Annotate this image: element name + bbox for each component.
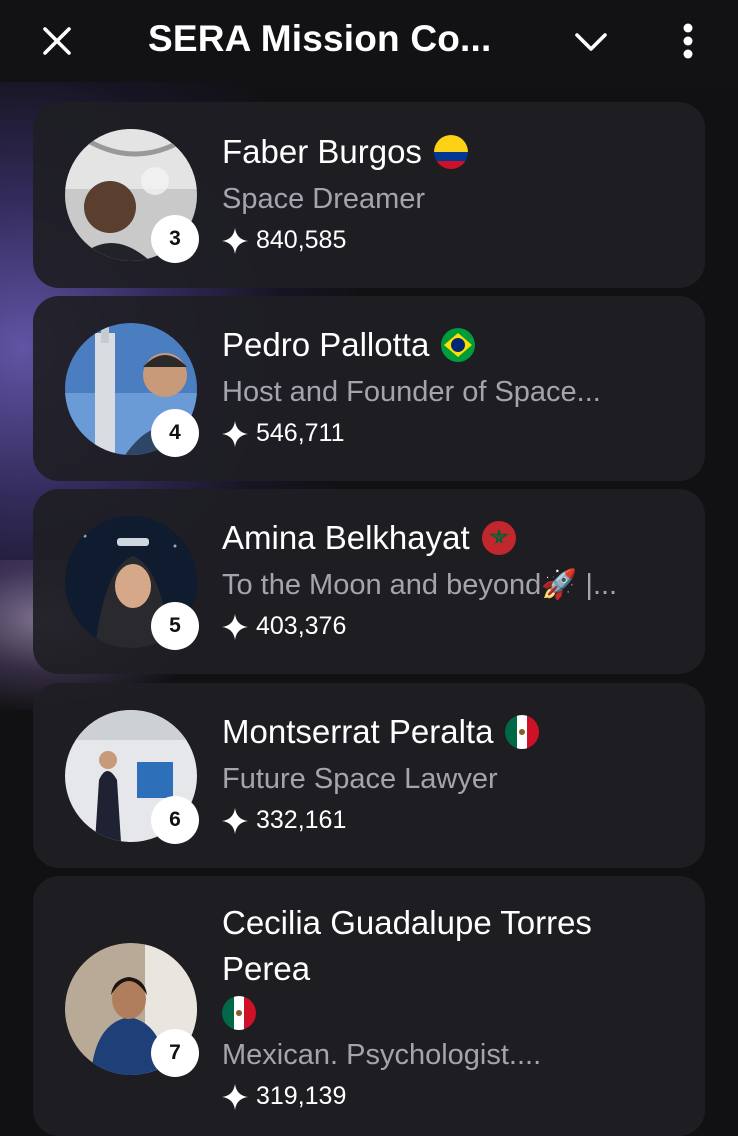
score-value: 403,376 [256, 612, 347, 640]
sparkle-icon [222, 613, 248, 640]
sparkle-icon [222, 807, 248, 834]
leaderboard-entry[interactable]: 5 Amina Belkhayat To the Moon and beyond… [33, 489, 705, 674]
avatar: 3 [65, 129, 199, 263]
avatar: 7 [65, 943, 199, 1077]
entry-info: Pedro Pallotta Host and Founder of Space… [222, 323, 682, 448]
avatar: 4 [65, 323, 199, 457]
user-name: Cecilia Guadalupe Torres Perea [222, 904, 592, 987]
leaderboard-entry[interactable]: 6 Montserrat Peralta Future Space Lawyer… [33, 683, 705, 868]
sparkle-icon [222, 227, 248, 254]
user-name: Pedro Pallotta [222, 326, 430, 363]
sparkle-icon [222, 1083, 248, 1110]
more-vertical-icon [683, 23, 693, 59]
sparkle-icon [222, 420, 248, 447]
more-options-button[interactable] [668, 18, 708, 64]
rank-badge: 5 [151, 602, 199, 650]
entry-info: Montserrat Peralta Future Space Lawyer 3… [222, 710, 682, 835]
page-title: SERA Mission Co... [148, 18, 492, 59]
leaderboard-screen: SERA Mission Co... 3 Faber Burgos Space … [0, 0, 738, 1136]
morocco-flag-icon [481, 521, 516, 555]
user-name: Amina Belkhayat [222, 519, 470, 556]
leaderboard-entry[interactable]: 4 Pedro Pallotta Host and Founder of Spa… [33, 296, 705, 481]
entry-info: Faber Burgos Space Dreamer 840,585 [222, 130, 682, 255]
user-bio: Mexican. Psychologist.... [222, 1039, 542, 1071]
brazil-flag-icon [441, 328, 476, 362]
entry-info: Cecilia Guadalupe Torres Perea Mexican. … [222, 900, 682, 1111]
dropdown-button[interactable] [570, 22, 612, 62]
top-bar: SERA Mission Co... [0, 0, 738, 82]
close-icon [43, 27, 71, 55]
close-button[interactable] [36, 20, 78, 62]
mexico-flag-icon [505, 715, 540, 749]
colombia-flag-icon [433, 135, 468, 169]
user-bio: Space Dreamer [222, 183, 426, 215]
score-value: 319,139 [256, 1082, 347, 1110]
user-bio: Future Space Lawyer [222, 763, 498, 795]
user-bio: To the Moon and beyond🚀 |... [222, 569, 618, 601]
mexico-flag-icon [222, 996, 256, 1030]
avatar: 6 [65, 710, 199, 844]
chevron-down-icon [575, 33, 607, 51]
score-value: 546,711 [256, 419, 345, 447]
leaderboard-entry[interactable]: 3 Faber Burgos Space Dreamer 840,585 [33, 102, 705, 288]
rank-badge: 6 [151, 796, 199, 844]
user-name: Montserrat Peralta [222, 713, 494, 750]
score-value: 840,585 [256, 226, 347, 254]
leaderboard-entry[interactable]: 7 Cecilia Guadalupe Torres Perea Mexican… [33, 876, 705, 1136]
entry-info: Amina Belkhayat To the Moon and beyond🚀 … [222, 516, 682, 641]
rank-badge: 4 [151, 409, 199, 457]
rank-badge: 3 [151, 215, 199, 263]
user-bio: Host and Founder of Space... [222, 376, 601, 408]
score-value: 332,161 [256, 806, 347, 834]
user-name: Faber Burgos [222, 133, 422, 170]
rank-badge: 7 [151, 1029, 199, 1077]
avatar: 5 [65, 516, 199, 650]
